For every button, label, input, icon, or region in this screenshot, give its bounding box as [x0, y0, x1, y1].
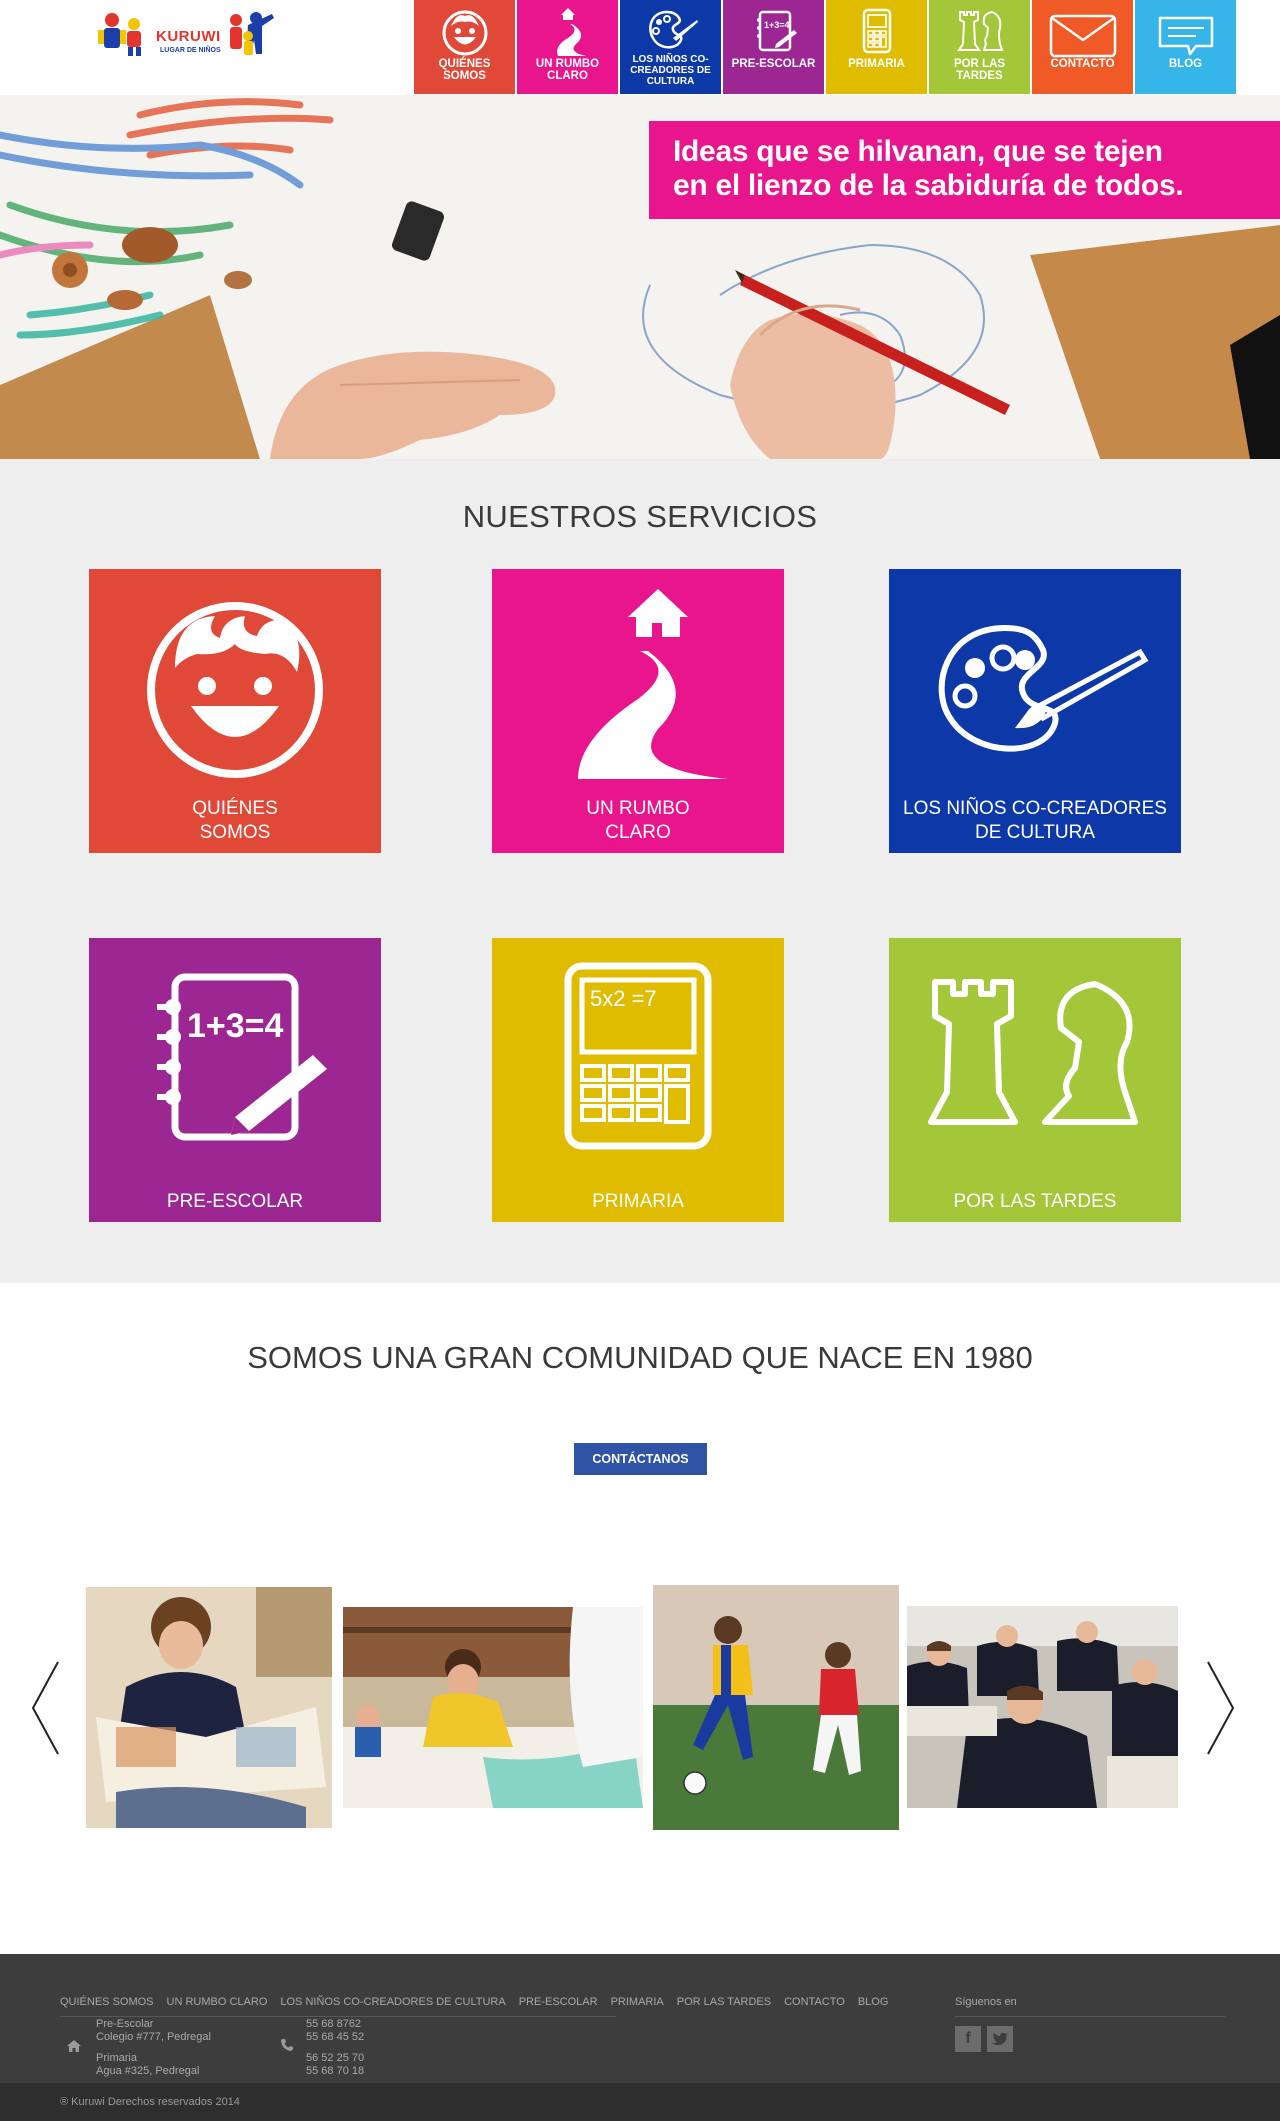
services-title: NUESTROS SERVICIOS: [462, 499, 818, 534]
follow-us-label: Síguenos en: [955, 1996, 1017, 2008]
main-nav: QUIÉNES SOMOS UN RUMBO CLARO LOS NIÑOS C…: [414, 0, 1238, 94]
chevron-right-icon: [1207, 1661, 1235, 1755]
chess-icon: [956, 10, 1003, 51]
kids-painting-photo: [343, 1607, 643, 1808]
phones-primaria: 56 52 25 70 55 68 70 18: [306, 2052, 365, 2077]
footer-link-quienes-somos[interactable]: QUIÉNES SOMOS: [60, 1996, 154, 2008]
smiley-face-icon: [147, 601, 323, 778]
site-footer: QUIÉNES SOMOS UN RUMBO CLARO LOS NIÑOS C…: [0, 1954, 1280, 2083]
nav-label: UN RUMBO CLARO: [535, 58, 600, 82]
envelope-icon: [1049, 14, 1116, 58]
nav-item-por-las-tardes[interactable]: POR LAS TARDES: [929, 0, 1030, 94]
nav-item-contacto[interactable]: CONTACTO: [1032, 0, 1133, 94]
logo-subtext: LUGAR DE NIÑOS: [160, 47, 221, 54]
contact-us-button[interactable]: CONTÁCTANOS: [574, 1443, 707, 1475]
smiley-face-icon: [442, 10, 487, 56]
nav-label: POR LAS TARDES: [953, 58, 1006, 82]
twitter-icon[interactable]: [987, 2026, 1013, 2052]
nav-label: QUIÉNES SOMOS: [438, 58, 491, 82]
notebook-icon: 1+3=4: [157, 973, 327, 1140]
address-primaria: Primaria Agua #325, Pedregal: [96, 2052, 200, 2077]
tile-label: POR LAS TARDES: [953, 1191, 1117, 1212]
nav-item-quienes-somos[interactable]: QUIÉNES SOMOS: [414, 0, 515, 94]
hero-quote-line-1: Ideas que se hilvanan, que se tejen: [673, 135, 1163, 168]
community-title: SOMOS UNA GRAN COMUNIDAD QUE NACE EN 198…: [247, 1340, 1033, 1375]
notebook-equation: 1+3=4: [187, 1007, 284, 1045]
facebook-icon[interactable]: f: [955, 2026, 981, 2052]
nav-item-blog[interactable]: BLOG: [1135, 0, 1236, 94]
footer-link-por-las-tardes[interactable]: POR LAS TARDES: [677, 1996, 771, 2008]
hero-quote-banner: Ideas que se hilvanan, que se tejen en e…: [649, 121, 1280, 219]
service-tile-primaria[interactable]: 5x2 =7 PRIMARIA: [492, 938, 784, 1222]
nav-item-primaria[interactable]: PRIMARIA: [826, 0, 927, 94]
road-house-icon: [556, 8, 586, 56]
tile-label: PRE-ESCOLAR: [166, 1191, 304, 1212]
phones-pre-escolar: 55 68 8762 55 68 45 52: [306, 2018, 365, 2043]
hero-banner: Ideas que se hilvanan, que se tejen en e…: [0, 95, 1280, 459]
nav-label: BLOG: [1168, 58, 1203, 70]
tile-label: QUIÉNES SOMOS: [192, 798, 278, 843]
svg-text:1+3=4: 1+3=4: [764, 20, 790, 30]
students-classroom-photo: [907, 1606, 1178, 1808]
service-tile-pre-escolar[interactable]: 1+3=4 PRE-ESCOLAR: [89, 938, 381, 1222]
address-pre-escolar: Pre-Escolar Colegio #777, Pedregal: [96, 2018, 211, 2043]
footer-nav: QUIÉNES SOMOS UN RUMBO CLARO LOS NIÑOS C…: [60, 1996, 901, 2008]
nav-item-un-rumbo-claro[interactable]: UN RUMBO CLARO: [517, 0, 618, 94]
service-tile-quienes-somos[interactable]: QUIÉNES SOMOS: [89, 569, 381, 853]
footer-link-un-rumbo-claro[interactable]: UN RUMBO CLARO: [167, 1996, 268, 2008]
logo-text: KURUWI: [156, 28, 221, 45]
home-icon: [67, 2040, 81, 2052]
copyright-bar: ® Kuruwi Derechos reservados 2014: [0, 2083, 1280, 2121]
carousel-next-arrow[interactable]: [1206, 1660, 1236, 1756]
palette-icon: [648, 10, 698, 49]
road-house-icon: [578, 589, 728, 779]
site-header: KURUWI LUGAR DE NIÑOS QUIÉNES SOMOS UN R…: [0, 0, 1280, 95]
footer-divider: [955, 2016, 1225, 2017]
footer-link-pre-escolar[interactable]: PRE-ESCOLAR: [519, 1996, 598, 2008]
calculator-icon: [862, 8, 891, 54]
kids-soccer-photo: [653, 1585, 899, 1830]
nav-item-pre-escolar[interactable]: 1+3=4 PRE-ESCOLAR: [723, 0, 824, 94]
hero-quote-line-2: en el lienzo de la sabiduría de todos.: [673, 169, 1184, 202]
services-section: NUESTROS SERVICIOS QUIÉNES SOMOS UN RUMBO…: [0, 459, 1280, 1283]
copyright-text: ® Kuruwi Derechos reservados 2014: [60, 2096, 240, 2108]
kuruwi-logo[interactable]: KURUWI LUGAR DE NIÑOS: [96, 10, 286, 76]
notebook-icon: 1+3=4: [756, 10, 797, 52]
service-tile-un-rumbo-claro[interactable]: UN RUMBO CLARO: [492, 569, 784, 853]
calculator-icon: 5x2 =7: [564, 962, 712, 1149]
nav-label: LOS NIÑOS CO-CREADORES DE CULTURA: [630, 54, 711, 87]
footer-link-contacto[interactable]: CONTACTO: [784, 1996, 845, 2008]
calculator-equation: 5x2 =7: [590, 986, 657, 1011]
nav-label: PRE-ESCOLAR: [731, 58, 816, 70]
nav-item-ninos-co-creadores[interactable]: LOS NIÑOS CO-CREADORES DE CULTURA: [620, 0, 721, 94]
tile-label: UN RUMBO CLARO: [586, 798, 690, 843]
carousel-prev-arrow[interactable]: [30, 1660, 60, 1756]
footer-link-blog[interactable]: BLOG: [858, 1996, 889, 2008]
nav-label: PRIMARIA: [848, 58, 905, 70]
tile-label: PRIMARIA: [592, 1191, 684, 1212]
tile-label: LOS NIÑOS CO-CREADORES DE CULTURA: [903, 798, 1167, 843]
footer-link-primaria[interactable]: PRIMARIA: [611, 1996, 664, 2008]
chevron-left-icon: [31, 1661, 59, 1755]
service-tile-por-las-tardes[interactable]: POR LAS TARDES: [889, 938, 1181, 1222]
chess-icon: [928, 978, 1138, 1125]
palette-icon: [938, 624, 1149, 752]
service-tile-ninos-co-creadores[interactable]: LOS NIÑOS CO-CREADORES DE CULTURA: [889, 569, 1181, 853]
footer-link-ninos-co-creadores[interactable]: LOS NIÑOS CO-CREADORES DE CULTURA: [280, 1996, 505, 2008]
nav-label: CONTACTO: [1050, 58, 1115, 70]
phone-icon: [281, 2039, 293, 2051]
speech-bubble-icon: [1158, 16, 1213, 56]
footer-divider: [60, 2016, 616, 2017]
boy-reading-photo: [86, 1587, 332, 1828]
